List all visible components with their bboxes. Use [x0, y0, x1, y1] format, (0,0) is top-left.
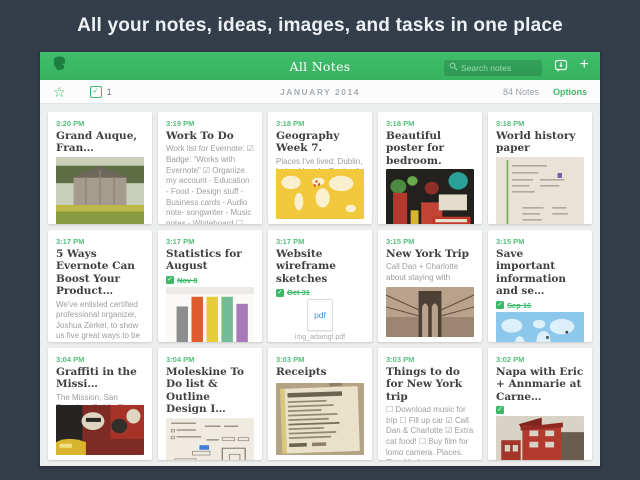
note-card-moleskine[interactable]: 3:04 PM Moleskine To Do list & Outline D…	[158, 348, 262, 460]
search-icon	[449, 62, 458, 71]
reminder-done-icon: ✓	[496, 301, 504, 309]
note-time: 3:03 PM	[276, 355, 364, 364]
note-time: 3:17 PM	[56, 237, 144, 246]
note-time: 3:20 PM	[56, 119, 144, 128]
reminder-badge[interactable]: ✓ Sep 16	[496, 301, 584, 310]
search-box	[444, 58, 542, 74]
note-card-work-to-do[interactable]: 3:19 PM Work To Do Work list for Evernot…	[158, 112, 262, 224]
reminder-badge[interactable]: ✓ Oct 31	[276, 288, 364, 297]
main-toolbar: All Notes +	[40, 52, 600, 80]
banner-headline: All your notes, ideas, images, and tasks…	[0, 0, 640, 37]
note-title: Beautiful poster for bedroom.	[386, 130, 474, 167]
world-map-blue-image	[496, 312, 584, 343]
evernote-window: All Notes + ☆ ✓ 1 JANUARY 2014 84 No	[40, 52, 600, 466]
note-time: 3:17 PM	[276, 237, 364, 246]
notes-count: 84 Notes	[503, 87, 539, 97]
note-title: Work To Do	[166, 130, 254, 142]
brooklyn-bridge-image	[386, 287, 474, 337]
clip-note-icon[interactable]	[554, 59, 568, 78]
note-card-napa[interactable]: 3:02 PM Napa with Eric + Annmarie at Car…	[488, 348, 592, 460]
pdf-attachment[interactable]: pdf img_adamgf.pdf	[295, 299, 345, 341]
note-card-geography[interactable]: 3:18 PM Geography Week 7. Places I've li…	[268, 112, 372, 224]
note-title: Save important information and se…	[496, 248, 584, 298]
note-body: Places I've lived: Dublin, Ireland Leeds…	[276, 157, 364, 169]
receipt-photo-image	[276, 383, 364, 455]
note-title: 5 Ways Evernote Can Boost Your Product…	[56, 248, 144, 298]
note-title: Things to do for New York trip	[386, 366, 474, 403]
reminder-badge[interactable]: ✓ Nov 8	[166, 276, 254, 285]
note-card-5-ways[interactable]: 3:17 PM 5 Ways Evernote Can Boost Your P…	[48, 230, 152, 342]
note-body: Call Dan + Charlotte about staying with	[386, 262, 474, 283]
new-note-plus-icon[interactable]: +	[580, 55, 589, 75]
note-time: 3:18 PM	[496, 119, 584, 128]
reminder-done-icon: ✓	[276, 289, 284, 297]
note-title: World history paper	[496, 130, 584, 155]
note-card-poster[interactable]: 3:18 PM Beautiful poster for bedroom.	[378, 112, 482, 224]
note-body: The Mission, San Francisco Dublin East	[56, 393, 144, 405]
note-title: New York Trip	[386, 248, 474, 260]
notes-grid: 3:20 PM Grand Auque, Fran… 3:19 PM Work …	[40, 104, 600, 466]
note-card-grand-auque[interactable]: 3:20 PM Grand Auque, Fran…	[48, 112, 152, 224]
note-body: We've enlisted certified professional or…	[56, 300, 144, 343]
note-time: 3:03 PM	[386, 355, 474, 364]
marketing-banner: All your notes, ideas, images, and tasks…	[0, 0, 640, 52]
graffiti-mural-image	[56, 405, 144, 455]
poster-art-image	[386, 169, 474, 224]
note-title: Napa with Eric + Annmarie at Carne…	[496, 366, 584, 403]
bar-chart-image	[166, 287, 254, 342]
pdf-filename: img_adamgf.pdf	[295, 334, 345, 341]
note-time: 3:19 PM	[166, 119, 254, 128]
red-barn-photo-image	[496, 416, 584, 460]
reminder-done-icon: ✓	[496, 406, 504, 414]
note-time: 3:04 PM	[166, 355, 254, 364]
handwritten-notes-image	[496, 157, 584, 224]
search-input[interactable]	[444, 60, 542, 76]
note-title: Website wireframe sketches	[276, 248, 364, 285]
note-card-statistics[interactable]: 3:17 PM Statistics for August ✓ Nov 8	[158, 230, 262, 342]
note-card-receipts[interactable]: 3:03 PM Receipts	[268, 348, 372, 460]
pdf-file-icon: pdf	[307, 299, 333, 331]
reminder-done-icon: ✓	[166, 276, 174, 284]
note-time: 3:15 PM	[496, 237, 584, 246]
note-title: Graffiti in the Missi…	[56, 366, 144, 391]
note-time: 3:15 PM	[386, 237, 474, 246]
note-title: Geography Week 7.	[276, 130, 364, 155]
note-card-save-important[interactable]: 3:15 PM Save important information and s…	[488, 230, 592, 342]
note-time: 3:02 PM	[496, 355, 584, 364]
moleskine-sketch-image	[166, 418, 254, 461]
note-title: Statistics for August	[166, 248, 254, 273]
world-map-yellow-image	[276, 169, 364, 219]
note-time: 3:18 PM	[276, 119, 364, 128]
note-title: Moleskine To Do list & Outline Design I…	[166, 366, 254, 416]
note-card-world-history[interactable]: 3:18 PM World history paper	[488, 112, 592, 224]
note-time: 3:18 PM	[386, 119, 474, 128]
note-title: Receipts	[276, 366, 364, 378]
barn-photo-image	[56, 157, 144, 224]
options-button[interactable]: Options	[553, 87, 587, 97]
note-body: ☐ Download music for trip ☐ Fill up car …	[386, 405, 474, 460]
note-card-new-york-trip[interactable]: 3:15 PM New York Trip Call Dan + Charlot…	[378, 230, 482, 342]
note-card-things-to-do[interactable]: 3:03 PM Things to do for New York trip ☐…	[378, 348, 482, 460]
note-title: Grand Auque, Fran…	[56, 130, 144, 155]
reminder-badge[interactable]: ✓	[496, 406, 584, 414]
note-card-wireframe[interactable]: 3:17 PM Website wireframe sketches ✓ Oct…	[268, 230, 372, 342]
note-time: 3:17 PM	[166, 237, 254, 246]
filter-bar: ☆ ✓ 1 JANUARY 2014 84 Notes Options	[40, 80, 600, 104]
note-body: Work list for Evernote: ☑ Badge: “Works …	[166, 144, 254, 224]
note-time: 3:04 PM	[56, 355, 144, 364]
note-card-graffiti[interactable]: 3:04 PM Graffiti in the Missi… The Missi…	[48, 348, 152, 460]
